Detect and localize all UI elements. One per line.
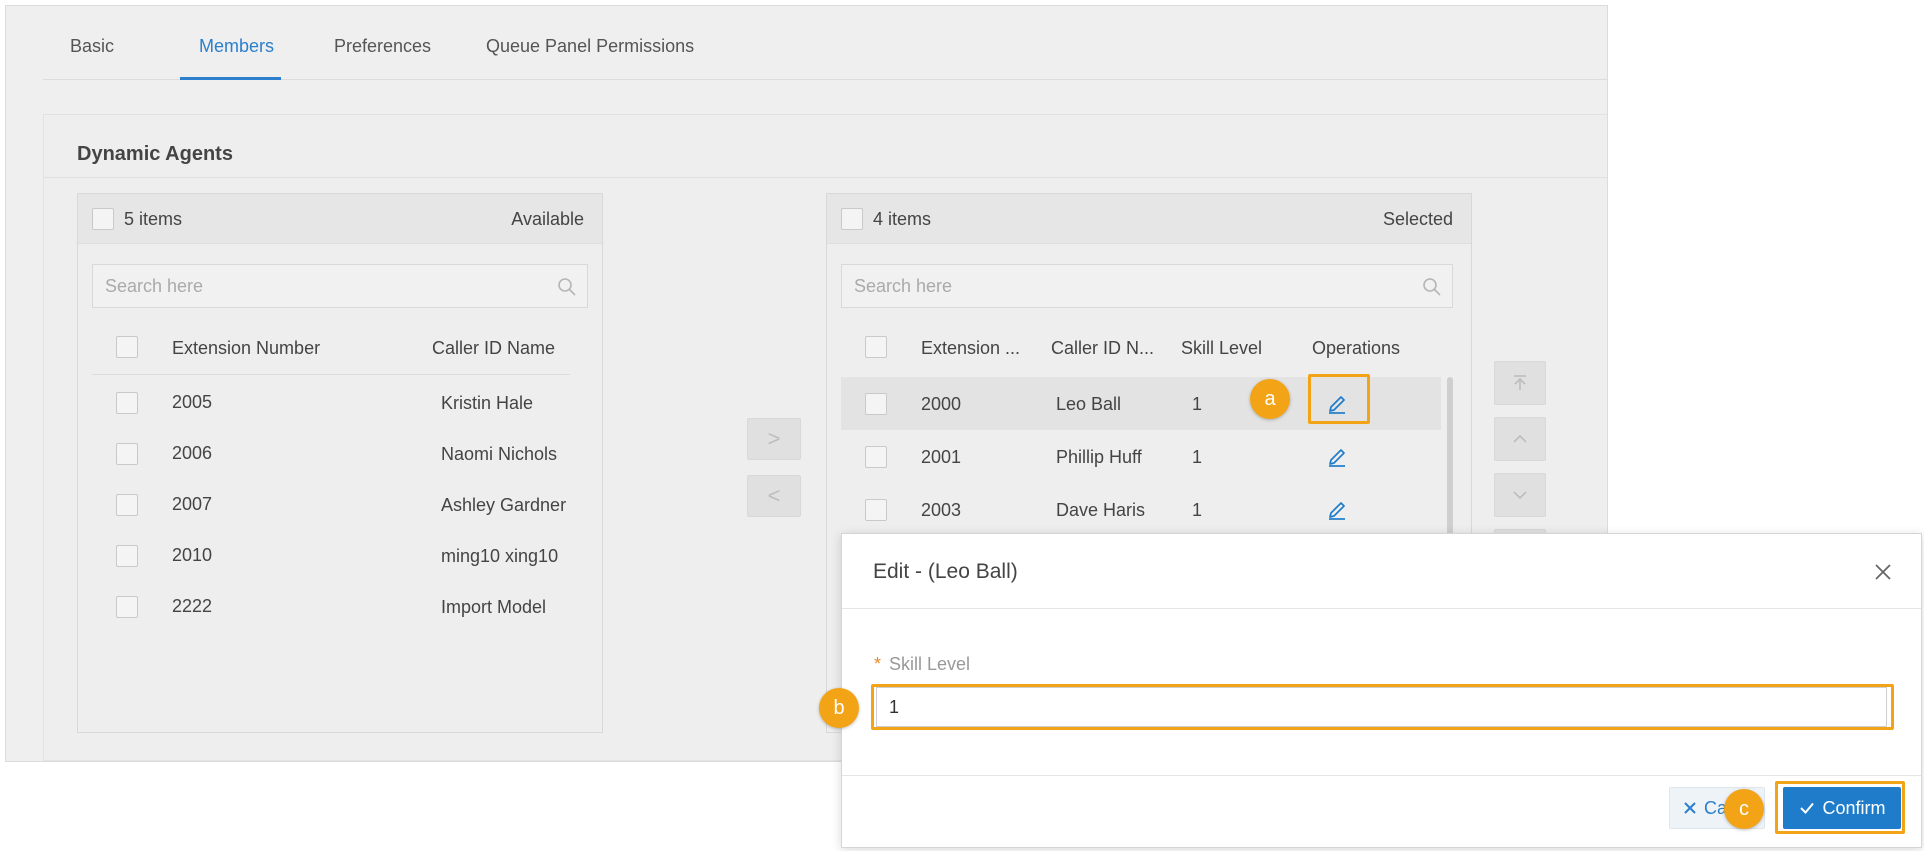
edit-button[interactable]	[1323, 496, 1351, 524]
available-search-input[interactable]	[93, 265, 587, 307]
search-icon	[1423, 278, 1441, 296]
search-icon	[558, 278, 576, 296]
row-extension: 2003	[921, 500, 962, 520]
selected-label: Selected	[1382, 209, 1453, 229]
pencil-icon	[1329, 449, 1345, 467]
step-marker-a: a	[1250, 379, 1290, 419]
row-caller-name: Dave Haris	[1056, 500, 1146, 520]
move-up-button[interactable]	[1494, 417, 1546, 461]
edit-button[interactable]	[1323, 443, 1351, 471]
row-extension: 2007	[172, 494, 213, 514]
available-search[interactable]	[92, 264, 588, 308]
row-extension: 2001	[921, 447, 962, 467]
row-skill-level: 1	[1192, 394, 1203, 414]
dialog-footer-divider	[842, 775, 1921, 776]
col-extension-number: Extension Number	[172, 338, 321, 358]
row-skill-level: 1	[1192, 500, 1203, 520]
row-caller-name: Ashley Gardner	[441, 495, 567, 515]
callout-confirm-button	[1775, 781, 1905, 834]
move-down-button[interactable]	[1494, 473, 1546, 517]
tab-members[interactable]: Members	[199, 36, 274, 57]
row-checkbox[interactable]	[116, 494, 138, 516]
selected-header-checkbox[interactable]	[865, 336, 887, 358]
row-caller-name: ming10 xing10	[441, 546, 559, 566]
row-caller-name: Kristin Hale	[441, 393, 534, 413]
scrollbar[interactable]	[1447, 377, 1453, 547]
dialog-header-divider	[842, 608, 1921, 609]
selected-select-all-checkbox[interactable]	[841, 208, 863, 230]
row-extension: 2006	[172, 443, 213, 463]
row-checkbox[interactable]	[116, 596, 138, 618]
selected-search-input[interactable]	[842, 265, 1452, 307]
active-tab-indicator	[180, 77, 281, 80]
available-header-checkbox[interactable]	[116, 336, 138, 358]
row-extension: 2222	[172, 596, 213, 616]
skill-level-label: * Skill Level	[874, 654, 970, 675]
tab-bar: Basic Members Preferences Queue Panel Pe…	[43, 6, 1607, 80]
section-divider	[44, 177, 1607, 178]
col-extension: Extension ...	[921, 338, 1021, 358]
selected-count: 4 items	[873, 209, 932, 229]
required-marker: *	[874, 654, 882, 674]
row-checkbox[interactable]	[865, 446, 887, 468]
col-skill-level: Skill Level	[1181, 338, 1263, 358]
selected-search[interactable]	[841, 264, 1453, 308]
row-checkbox[interactable]	[116, 392, 138, 414]
available-select-all-checkbox[interactable]	[92, 208, 114, 230]
move-right-button[interactable]: >	[747, 418, 801, 460]
table-header-divider	[92, 374, 570, 375]
step-marker-c: c	[1724, 789, 1764, 829]
tab-preferences[interactable]: Preferences	[334, 36, 431, 57]
move-top-button[interactable]	[1494, 361, 1546, 405]
step-marker-b: b	[819, 688, 859, 728]
row-extension: 2005	[172, 392, 213, 412]
row-checkbox[interactable]	[116, 443, 138, 465]
available-panel: 5 items Available Extension Number Calle…	[77, 193, 603, 733]
chevron-up-icon	[1513, 434, 1527, 443]
row-checkbox[interactable]	[865, 393, 887, 415]
move-to-top-icon	[1514, 375, 1526, 390]
tab-queue-panel-permissions[interactable]: Queue Panel Permissions	[486, 36, 694, 57]
callout-skill-level-field	[871, 684, 1894, 730]
dialog-title: Edit - (Leo Ball)	[873, 560, 1018, 583]
section-title: Dynamic Agents	[77, 143, 233, 165]
chevron-right-icon: >	[767, 426, 781, 451]
col-operations: Operations	[1312, 338, 1401, 358]
tab-basic[interactable]: Basic	[70, 36, 114, 57]
row-caller-name: Phillip Huff	[1056, 447, 1142, 467]
skill-level-label-text: Skill Level	[889, 654, 971, 674]
row-caller-name: Naomi Nichols	[441, 444, 558, 464]
row-skill-level: 1	[1192, 447, 1203, 467]
pencil-icon	[1329, 502, 1345, 520]
chevron-left-icon: <	[767, 483, 781, 508]
available-count: 5 items	[124, 209, 183, 229]
chevron-down-icon	[1513, 491, 1527, 500]
row-checkbox[interactable]	[116, 545, 138, 567]
callout-edit-button	[1308, 374, 1370, 424]
row-extension: 2000	[921, 394, 962, 414]
row-caller-name: Leo Ball	[1056, 394, 1122, 414]
close-icon	[1684, 802, 1696, 814]
move-left-button[interactable]: <	[747, 475, 801, 517]
row-caller-name: Import Model	[441, 597, 547, 617]
row-checkbox[interactable]	[865, 499, 887, 521]
col-caller-id-name: Caller ID Name	[432, 338, 556, 358]
selected-panel-header: 4 items Selected	[827, 194, 1471, 244]
available-label: Available	[511, 209, 584, 229]
available-panel-header: 5 items Available	[78, 194, 602, 244]
row-extension: 2010	[172, 545, 213, 565]
col-caller-id-name: Caller ID N...	[1051, 338, 1155, 358]
close-icon[interactable]	[1871, 560, 1895, 584]
